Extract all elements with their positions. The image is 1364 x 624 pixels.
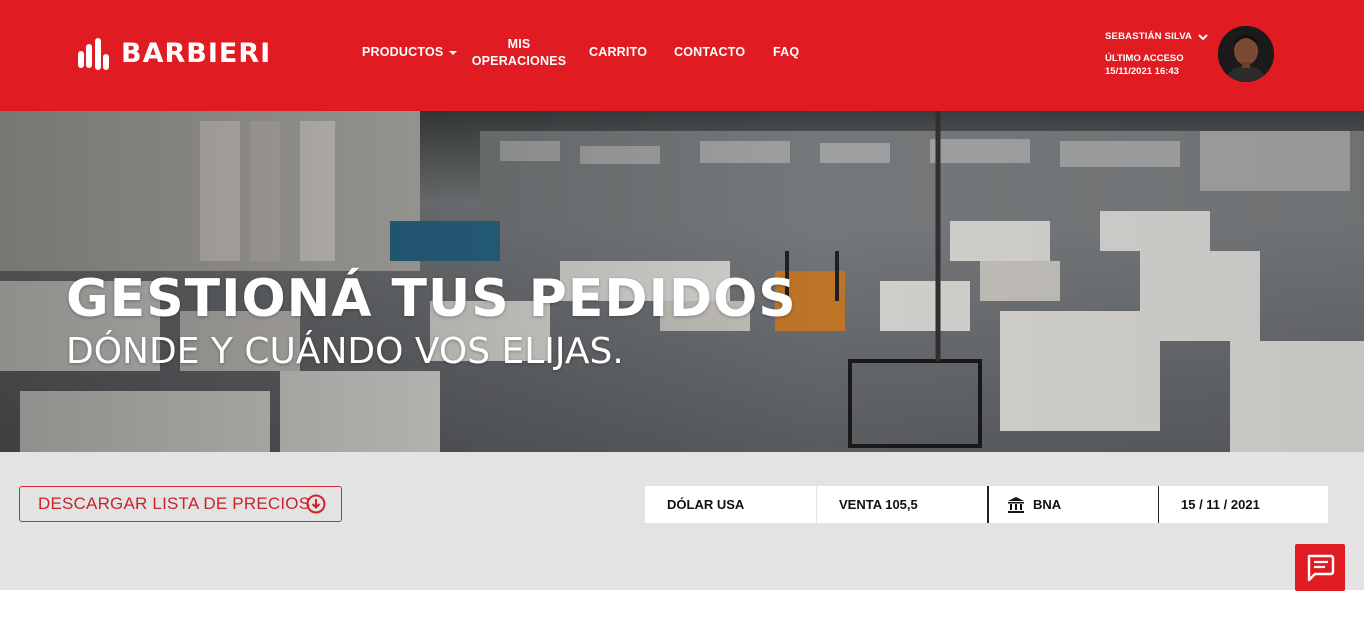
nav-productos-label: PRODUCTOS — [362, 45, 444, 59]
sale-rate: VENTA 105,5 — [816, 486, 987, 523]
user-name: SEBASTIÁN SILVA — [1105, 31, 1193, 42]
download-price-list-button[interactable]: DESCARGAR LISTA DE PRECIOS — [19, 486, 342, 522]
bank-name: BNA — [1033, 497, 1062, 512]
nav-faq[interactable]: FAQ — [773, 44, 799, 61]
chevron-down-icon[interactable] — [1197, 32, 1209, 42]
rate-date: 15 / 11 / 2021 — [1158, 486, 1328, 523]
avatar-icon — [1218, 26, 1274, 82]
chat-button[interactable] — [1295, 544, 1345, 591]
user-menu[interactable]: SEBASTIÁN SILVA ÚLTIMO ACCESO 15/11/2021… — [1105, 30, 1208, 78]
nav-mis-operaciones[interactable]: MIS OPERACIONES — [470, 36, 568, 70]
brand-name: BARBIERI — [121, 38, 272, 69]
nav-productos[interactable]: PRODUCTOS — [362, 44, 458, 61]
hero-banner: GESTIONÁ TUS PEDIDOS DÓNDE Y CUÁNDO VOS … — [0, 111, 1364, 452]
barbieri-logo-icon — [78, 38, 109, 70]
currency-label: DÓLAR USA — [667, 497, 745, 512]
last-access-label: ÚLTIMO ACCESO — [1105, 53, 1184, 64]
download-circle-icon — [306, 494, 326, 514]
info-band: DESCARGAR LISTA DE PRECIOS DÓLAR USA VEN… — [0, 452, 1364, 591]
nav-carrito[interactable]: CARRITO — [589, 44, 647, 61]
exchange-rate-bar: DÓLAR USA VENTA 105,5 BNA 15 / 11 / 2021 — [645, 486, 1328, 523]
last-access-value: 15/11/2021 16:43 — [1105, 66, 1179, 77]
bank-icon — [1008, 496, 1024, 513]
nav-contacto[interactable]: CONTACTO — [674, 44, 745, 61]
caret-down-icon — [449, 50, 458, 55]
chat-icon — [1307, 554, 1335, 581]
user-avatar[interactable] — [1218, 26, 1274, 82]
hero-subtitle: DÓNDE Y CUÁNDO VOS ELIJAS. — [66, 331, 624, 372]
download-price-list-label: DESCARGAR LISTA DE PRECIOS — [38, 494, 311, 513]
top-header: BARBIERI PRODUCTOS MIS OPERACIONES CARRI… — [0, 0, 1364, 111]
brand-logo[interactable]: BARBIERI — [78, 38, 271, 70]
bank-cell: BNA — [987, 486, 1158, 523]
hero-title: GESTIONÁ TUS PEDIDOS — [66, 269, 797, 329]
